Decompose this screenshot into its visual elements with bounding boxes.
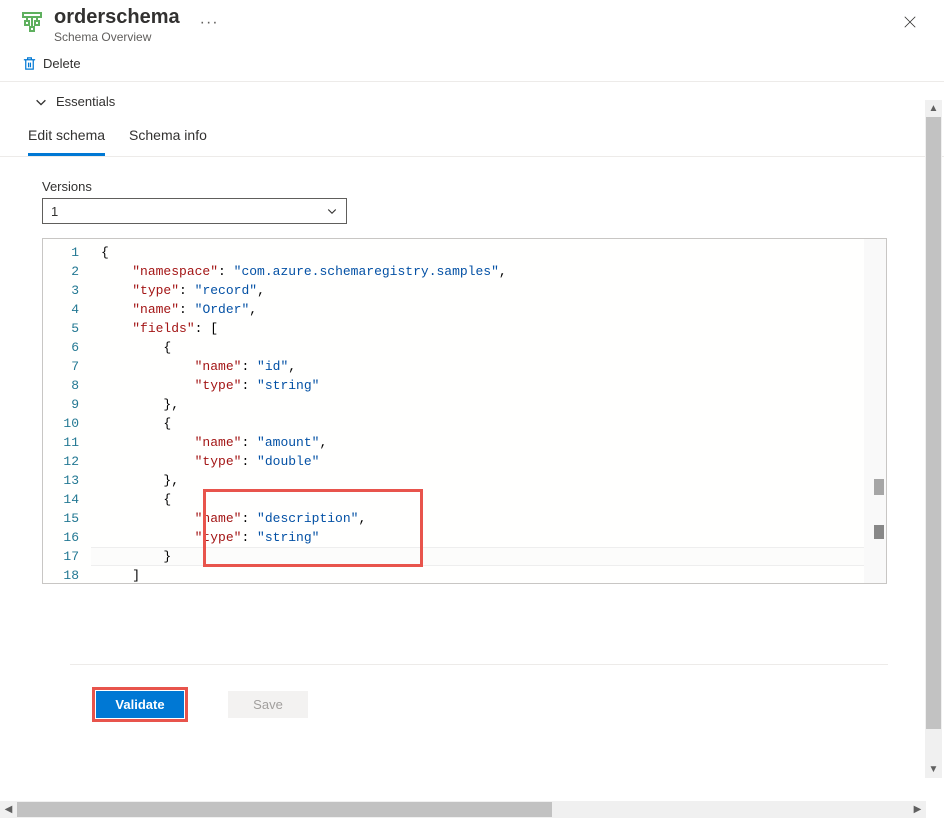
tab-edit-schema[interactable]: Edit schema: [28, 119, 105, 156]
essentials-label: Essentials: [56, 94, 115, 109]
versions-select[interactable]: 1: [42, 198, 347, 224]
editor-code[interactable]: { "namespace": "com.azure.schemaregistry…: [101, 243, 507, 584]
delete-button[interactable]: Delete: [43, 56, 81, 71]
page-subtitle: Schema Overview: [54, 30, 180, 44]
close-button[interactable]: [898, 10, 922, 34]
horizontal-scrollbar[interactable]: ◀ ▶: [0, 801, 926, 818]
editor-gutter: 123456789101112131415161718: [43, 239, 91, 583]
more-menu[interactable]: ···: [200, 14, 219, 32]
versions-label: Versions: [42, 179, 916, 194]
schema-icon: [20, 10, 44, 34]
schema-editor[interactable]: 123456789101112131415161718 { "namespace…: [42, 238, 887, 584]
vertical-scrollbar[interactable]: ▲ ▼: [925, 100, 942, 778]
essentials-toggle[interactable]: Essentials: [0, 82, 944, 119]
chevron-down-icon: [34, 95, 48, 109]
editor-minimap[interactable]: [864, 239, 886, 583]
chevron-down-icon: [326, 205, 338, 217]
tab-schema-info[interactable]: Schema info: [129, 119, 207, 156]
highlight-annotation: Validate: [92, 687, 188, 722]
scroll-right-arrow[interactable]: ▶: [909, 801, 926, 818]
trash-icon: [22, 56, 37, 71]
validate-button[interactable]: Validate: [96, 691, 184, 718]
scroll-left-arrow[interactable]: ◀: [0, 801, 17, 818]
save-button: Save: [228, 691, 308, 718]
scroll-up-arrow[interactable]: ▲: [925, 100, 942, 117]
scroll-down-arrow[interactable]: ▼: [925, 761, 942, 778]
page-title: orderschema: [54, 6, 180, 29]
versions-selected: 1: [51, 204, 58, 219]
